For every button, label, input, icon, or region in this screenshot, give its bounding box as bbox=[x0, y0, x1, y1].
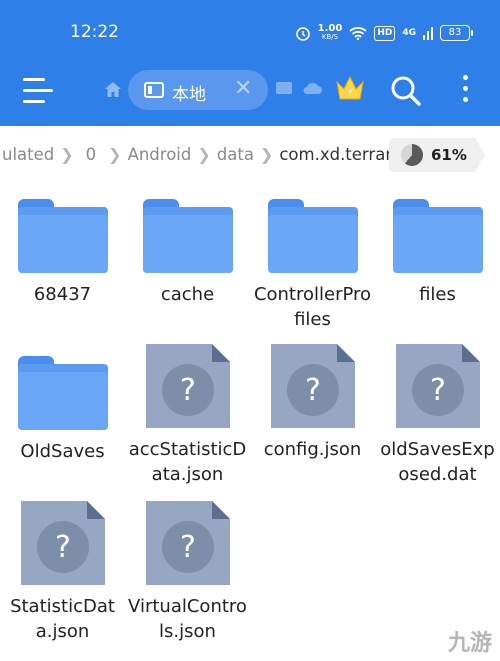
chevron-right-icon: ❯ bbox=[108, 145, 122, 164]
close-icon[interactable]: ✕ bbox=[234, 76, 252, 101]
folder-item[interactable]: OldSaves bbox=[0, 342, 125, 492]
folder-icon bbox=[18, 199, 108, 273]
unknown-file-icon: ? bbox=[396, 344, 480, 428]
phone-storage-icon bbox=[144, 82, 164, 98]
chevron-right-icon: ❯ bbox=[259, 145, 274, 164]
alarm-icon bbox=[295, 27, 310, 41]
unknown-file-icon: ? bbox=[146, 344, 230, 428]
file-item[interactable]: ? oldSavesExposed.dat bbox=[375, 344, 500, 494]
item-name: files bbox=[419, 284, 456, 305]
folder-icon bbox=[268, 199, 358, 273]
unknown-file-icon: ? bbox=[146, 501, 230, 585]
storage-usage-badge[interactable]: 61% bbox=[389, 138, 485, 172]
watermark-logo: 九游 bbox=[447, 631, 492, 656]
clock: 12:22 bbox=[70, 22, 119, 42]
file-item[interactable]: ? VirtualControls.json bbox=[125, 501, 250, 651]
wifi-icon bbox=[349, 27, 367, 40]
folder-icon bbox=[393, 199, 483, 273]
net-speed: 1.00 KB/S bbox=[317, 23, 343, 42]
unknown-file-icon: ? bbox=[271, 344, 355, 428]
svg-text:?: ? bbox=[430, 373, 446, 408]
battery-icon: 83 bbox=[440, 25, 473, 41]
signal-icon bbox=[423, 27, 433, 40]
home-icon[interactable] bbox=[104, 81, 122, 98]
folder-item[interactable]: files bbox=[375, 185, 500, 335]
storage-percent: 61% bbox=[431, 146, 467, 164]
item-name: OldSaves bbox=[20, 441, 105, 462]
hd-badge: HD bbox=[374, 25, 396, 41]
item-name: ControllerProfiles bbox=[253, 284, 372, 330]
folder-item[interactable]: cache bbox=[125, 185, 250, 335]
tab-label: 本地 bbox=[172, 85, 206, 105]
menu-icon[interactable] bbox=[23, 78, 55, 106]
search-icon[interactable] bbox=[390, 75, 422, 107]
file-item[interactable]: ? config.json bbox=[250, 344, 375, 494]
chevron-right-icon: ❯ bbox=[60, 145, 74, 164]
folder-item[interactable]: 68437 bbox=[0, 185, 125, 335]
status-icons: 1.00 KB/S HD 4G 83 bbox=[295, 20, 473, 46]
folder-item[interactable]: ControllerProfiles bbox=[250, 185, 375, 335]
app-toolbar: 本地 ✕ bbox=[0, 64, 500, 126]
breadcrumb-item[interactable]: 0 bbox=[76, 145, 107, 164]
item-name: StatisticData.json bbox=[10, 596, 115, 642]
breadcrumb-item[interactable]: ulated bbox=[0, 145, 58, 164]
folder-icon bbox=[18, 356, 108, 430]
network-type: 4G bbox=[402, 28, 416, 38]
item-name: accStatisticData.json bbox=[128, 439, 247, 485]
svg-text:?: ? bbox=[180, 530, 196, 565]
file-item[interactable]: ? accStatisticData.json bbox=[125, 344, 250, 494]
breadcrumb-item[interactable]: data bbox=[213, 145, 258, 164]
file-item[interactable]: ? StatisticData.json bbox=[0, 501, 125, 651]
chevron-right-icon: ❯ bbox=[197, 145, 211, 164]
item-name: oldSavesExposed.dat bbox=[380, 439, 495, 485]
item-name: cache bbox=[160, 284, 215, 305]
item-name: VirtualControls.json bbox=[128, 596, 247, 642]
item-name: 68437 bbox=[33, 284, 92, 305]
more-options-icon[interactable] bbox=[463, 75, 469, 108]
breadcrumb-item[interactable]: Android bbox=[124, 145, 196, 164]
folder-icon bbox=[143, 199, 233, 273]
cast-icon[interactable] bbox=[276, 82, 292, 94]
file-grid: 68437 cache ControllerProfiles files OldSave… bbox=[0, 185, 500, 661]
cloud-icon[interactable] bbox=[302, 81, 322, 95]
unknown-file-icon: ? bbox=[21, 501, 105, 585]
storage-pie-icon bbox=[401, 144, 423, 166]
tab-local[interactable]: 本地 ✕ bbox=[128, 70, 268, 110]
svg-text:?: ? bbox=[180, 373, 196, 408]
item-name: config.json bbox=[263, 439, 362, 460]
svg-text:?: ? bbox=[305, 373, 321, 408]
vip-crown-icon[interactable] bbox=[334, 74, 366, 102]
svg-text:?: ? bbox=[55, 530, 71, 565]
status-bar: 12:22 1.00 KB/S HD 4G 83 bbox=[0, 0, 500, 64]
